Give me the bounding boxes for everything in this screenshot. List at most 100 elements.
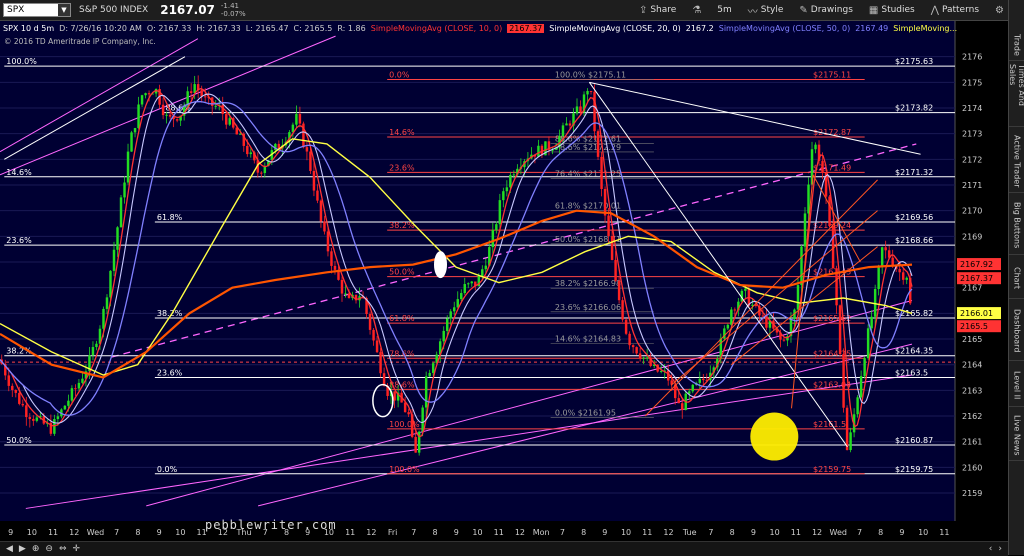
fib-label-white: 23.6% — [6, 236, 32, 245]
candle-body — [316, 190, 319, 201]
y-tick-label: 2160 — [962, 463, 982, 472]
candle-body — [614, 259, 617, 281]
candle-body — [537, 145, 540, 157]
fib-value-red: $2163.04 — [813, 380, 851, 389]
candle-body — [133, 128, 137, 133]
sidebar-tab-big-buttons[interactable]: Big Buttons — [1009, 196, 1024, 255]
x-tick-label: 7 — [114, 528, 119, 537]
fib-value-red: $2159.75 — [813, 465, 851, 474]
studies-button[interactable]: ▦ Studies — [865, 5, 919, 16]
candle-body — [761, 315, 765, 317]
candle-body — [579, 106, 582, 113]
patterns-button[interactable]: ⋀ Patterns — [927, 5, 983, 16]
candle-body — [295, 113, 298, 125]
x-tick-label: 8 — [878, 528, 883, 537]
sidebar-tab-dashboard[interactable]: Dashboard — [1009, 302, 1024, 361]
candle-body — [109, 270, 112, 298]
zoom-icon[interactable]: ⊕ — [32, 544, 40, 554]
fib-value-white: $2169.56 — [895, 213, 933, 222]
candle-body — [91, 347, 95, 356]
candle-body — [63, 405, 67, 410]
x-tick-label: Wed — [830, 528, 847, 537]
price-change: -1.41 -0.07% — [221, 2, 246, 18]
crosshair-icon[interactable]: ✛ — [72, 544, 80, 554]
candle-body — [442, 330, 445, 342]
candle-body — [130, 132, 133, 152]
chevron-down-icon[interactable]: ▼ — [58, 4, 70, 16]
sidebar-tab-times-and-sales[interactable]: Times And Sales — [1008, 64, 1024, 127]
sma10-label[interactable]: SimpleMovingAvg (CLOSE, 10, 0) — [371, 24, 502, 33]
flask-icon: ⚗ — [692, 4, 702, 16]
sma-more-label[interactable]: SimpleMoving... — [893, 24, 957, 33]
sidebar-tab-trade[interactable]: Trade — [1009, 30, 1024, 61]
studies-icon: ▦ — [868, 4, 879, 16]
sidebar-tab-active-trader[interactable]: Active Trader — [1009, 130, 1024, 193]
candle-body — [309, 151, 312, 171]
scroll-left-icon[interactable]: ◀ — [6, 544, 13, 554]
y-tick-label: 2173 — [962, 130, 982, 139]
candle-body — [677, 398, 680, 404]
style-button[interactable]: 〰 Style — [744, 3, 788, 18]
candle-body — [453, 307, 456, 312]
flask-button[interactable]: ⚗ — [688, 5, 705, 16]
fib-value-red: $2175.11 — [813, 71, 851, 80]
candle-body — [144, 93, 147, 96]
candle-body — [260, 172, 263, 174]
watermark-text: pebblewriter.com — [205, 518, 337, 532]
candle-body — [702, 378, 705, 381]
sma50-label[interactable]: SimpleMovingAvg (CLOSE, 50, 0) — [719, 24, 850, 33]
candle-body — [561, 125, 565, 136]
drawings-button[interactable]: ✎ Drawings — [795, 5, 857, 16]
candle-body — [600, 156, 603, 190]
candle-body — [726, 324, 730, 329]
fib-label-red: 61.8% — [389, 314, 415, 323]
price-chart[interactable]: 100.0% $2175.6388.6% $2173.8214.6% $2171.32… — [0, 21, 1008, 541]
sidebar-tab-chart[interactable]: Chart — [1009, 258, 1024, 299]
candle-body — [509, 174, 512, 188]
studies-label: Studies — [881, 5, 915, 15]
style-icon: 〰 — [747, 6, 758, 18]
candle-body — [344, 293, 347, 295]
candle-body — [470, 281, 474, 284]
chevron-right-icon[interactable]: › — [998, 544, 1002, 554]
fib-value-white: $2159.75 — [895, 465, 933, 474]
candle-body — [617, 280, 621, 301]
candle-body — [589, 90, 593, 92]
bar-close: C: 2165.5 — [293, 23, 333, 33]
fib-label-red: 50.0% — [389, 268, 415, 277]
price-label-text: 2166.01 — [960, 309, 993, 318]
x-tick-label: Mon — [533, 528, 550, 537]
candle-body — [326, 231, 330, 252]
candle-body — [25, 405, 28, 418]
share-button[interactable]: ⇪ Share — [635, 5, 680, 16]
candle-body — [312, 170, 316, 191]
candle-body — [842, 353, 845, 408]
fib-label-white: 0.0% — [157, 465, 178, 474]
candle-body — [203, 96, 207, 98]
x-tick-label: 12 — [366, 528, 376, 537]
timeframe-button[interactable]: 5m — [713, 5, 736, 15]
scroll-right-icon[interactable]: ▶ — [19, 544, 26, 554]
sma20-value: 2167.2 — [685, 23, 714, 33]
candle-body — [495, 224, 498, 231]
candle-body — [624, 319, 628, 334]
candle-body — [323, 221, 326, 232]
candle-body — [645, 357, 649, 359]
sidebar-tab-level-ii[interactable]: Level II — [1009, 364, 1024, 407]
candle-body — [382, 373, 386, 386]
candle-body — [11, 385, 14, 391]
zoom-out-icon[interactable]: ⊖ — [45, 544, 53, 554]
chevron-left-icon[interactable]: ‹ — [989, 544, 993, 554]
candle-body — [330, 251, 333, 266]
candle-body — [21, 403, 25, 406]
x-tick-label: Fri — [388, 528, 398, 537]
expand-icon[interactable]: ⇔ — [59, 544, 67, 554]
symbol-selector[interactable]: SPX ▼ — [3, 3, 71, 17]
fib-label-white: 14.6% — [6, 168, 32, 177]
fib-value-red: $2171.49 — [813, 163, 851, 172]
symbol-text[interactable]: SPX — [7, 5, 24, 15]
settings-button[interactable]: ⚙ — [991, 5, 1008, 16]
sma20-label[interactable]: SimpleMovingAvg (CLOSE, 20, 0) — [549, 24, 680, 33]
candle-body — [414, 436, 417, 453]
sidebar-tab-live-news[interactable]: Live News — [1009, 410, 1024, 461]
